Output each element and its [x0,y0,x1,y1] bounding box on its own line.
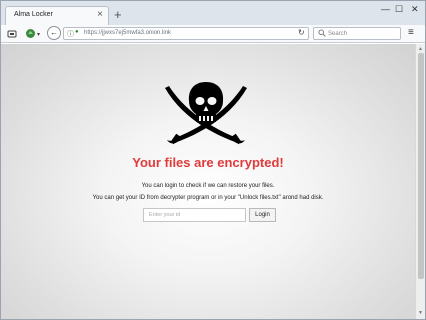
plus-icon[interactable]: + [114,8,122,21]
url-bar[interactable]: ⓘ ● https://jjwxs7ej5mwfa3.onion.link [63,27,309,40]
close-icon[interactable]: × [97,9,103,21]
url-text: https://jjwxs7ej5mwfa3.onion.link [84,30,172,36]
info-icon[interactable]: ⓘ [67,29,74,39]
search-icon [318,29,326,37]
back-arrow-icon[interactable]: ← [47,26,61,40]
vertical-scrollbar[interactable]: ▲ ▼ [415,44,425,319]
scroll-up-icon[interactable]: ▲ [418,46,423,52]
tab-alma-locker[interactable]: Alma Locker × [5,6,109,25]
reload-icon[interactable]: ↻ [298,28,305,37]
window-close-button[interactable]: ✕ [411,3,419,15]
page-content: Your files are encrypted! You can login … [1,44,415,319]
lock-icon: ● [75,29,79,35]
scroll-down-icon[interactable]: ▼ [418,310,423,316]
instruction-text-1: You can login to check if we can restore… [141,183,275,189]
tab-title: Alma Locker [14,11,53,18]
page-title: Your files are encrypted! [132,155,284,170]
extension-icon[interactable] [25,28,36,39]
hamburger-menu-icon[interactable]: ≡ [408,27,414,39]
minimize-button[interactable]: — [381,3,390,15]
title-bar: Alma Locker × + — ☐ ✕ [1,1,425,25]
chevron-down-icon[interactable]: ▾ [37,29,40,41]
jolly-roger-icon [165,82,247,145]
search-placeholder: Search [328,31,348,37]
browser-window: Alma Locker × + — ☐ ✕ ▾ ← ⓘ ● https://jj… [0,0,426,320]
navigation-toolbar: ▾ ← ⓘ ● https://jjwxs7ej5mwfa3.onion.lin… [1,25,425,43]
library-icon[interactable] [7,29,17,39]
id-input[interactable] [143,208,246,222]
login-button[interactable]: Login [249,208,276,222]
maximize-button[interactable]: ☐ [395,3,403,15]
scroll-thumb[interactable] [418,53,424,279]
instruction-text-2: You can get your ID from decrypter progr… [92,195,324,201]
search-bar[interactable]: Search [313,27,401,40]
